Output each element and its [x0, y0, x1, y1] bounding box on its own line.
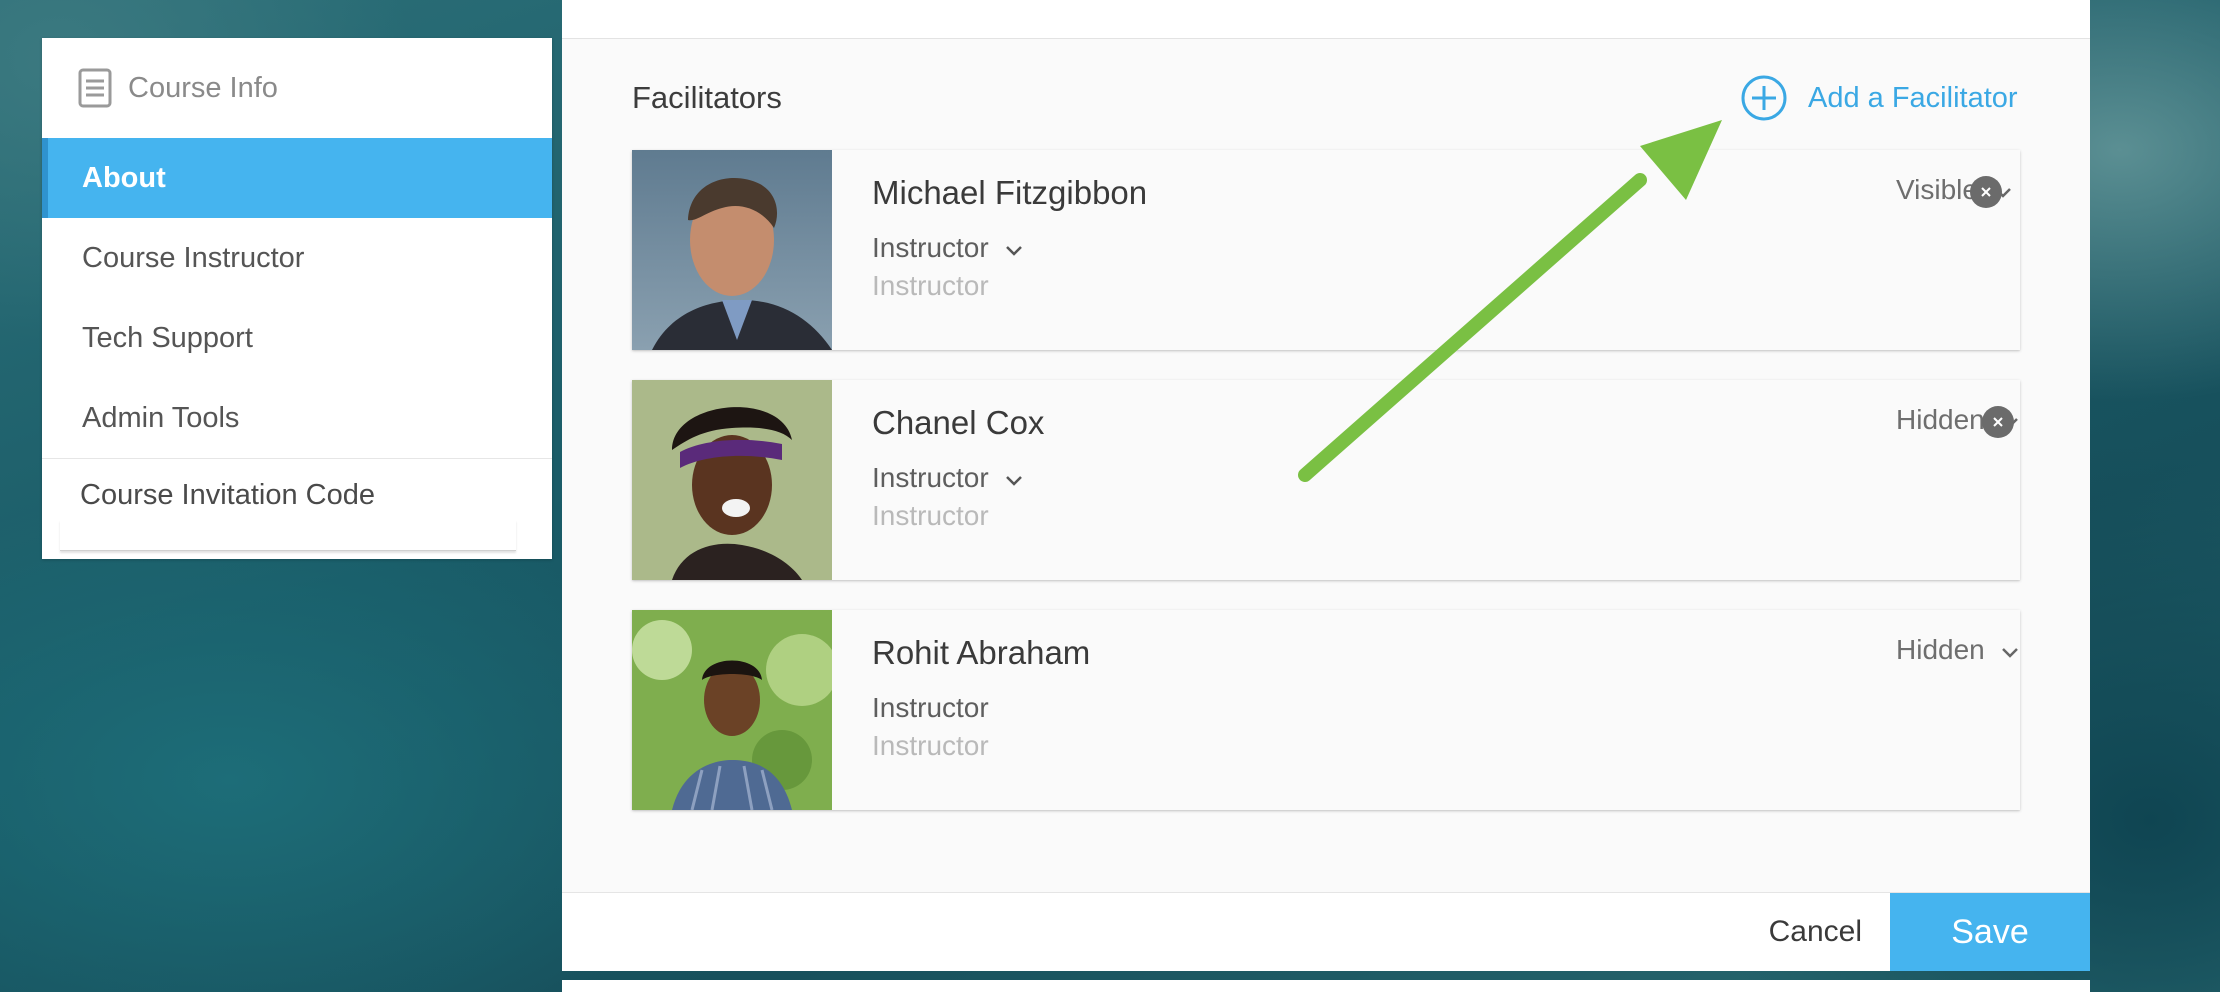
sidebar-item-course-instructor[interactable]: Course Instructor [42, 218, 552, 298]
facilitator-photo [632, 610, 832, 810]
panel-top-bar [562, 0, 2090, 39]
panel-footer: Cancel Save [562, 892, 2090, 971]
cancel-button[interactable]: Cancel [1769, 893, 1862, 971]
sidebar-title: Course Info [128, 71, 278, 104]
chevron-down-icon [1005, 462, 1023, 494]
sidebar-item-about[interactable]: About [42, 138, 552, 218]
save-button[interactable]: Save [1890, 893, 2090, 971]
remove-facilitator-button[interactable] [1982, 406, 2014, 438]
facilitator-card: Rohit Abraham Instructor Instructor Hidd… [632, 610, 2020, 810]
facilitator-name: Chanel Cox [872, 404, 1045, 441]
add-facilitator-label: Add a Facilitator [1808, 81, 2018, 114]
plus-circle-icon [1740, 74, 1788, 122]
sidebar-item-admin-tools[interactable]: Admin Tools [42, 378, 552, 458]
add-facilitator-button[interactable]: Add a Facilitator [1740, 74, 2018, 122]
facilitator-card: Michael Fitzgibbon Instructor Instructor… [632, 150, 2020, 350]
sidebar-item-tech-support[interactable]: Tech Support [42, 298, 552, 378]
course-info-sidebar: Course Info About Course Instructor Tech… [42, 38, 552, 559]
role-value: Instructor [872, 462, 989, 493]
visibility-dropdown[interactable]: Hidden [1896, 634, 2019, 666]
remove-facilitator-button[interactable] [1970, 176, 2002, 208]
chevron-down-icon [2001, 634, 2019, 666]
facilitator-subrole: Instructor [872, 500, 989, 531]
panel-bottom-strip [562, 980, 2090, 992]
role-value: Instructor [872, 692, 989, 723]
chevron-down-icon [1005, 232, 1023, 264]
facilitators-panel: Facilitators Add a Facilitator Michael F… [562, 0, 2090, 971]
document-icon [78, 68, 112, 108]
facilitator-card: Chanel Cox Instructor Instructor Hidden [632, 380, 2020, 580]
visibility-value: Visible [1896, 174, 1978, 205]
facilitator-subrole: Instructor [872, 270, 989, 301]
facilitator-subrole: Instructor [872, 730, 989, 761]
role-dropdown[interactable]: Instructor [872, 232, 1023, 264]
role-value: Instructor [872, 232, 989, 263]
facilitator-photo [632, 380, 832, 580]
invitation-code-field[interactable] [60, 520, 516, 551]
facilitator-photo [632, 150, 832, 350]
visibility-value: Hidden [1896, 634, 1985, 665]
sidebar-header: Course Info [42, 38, 552, 138]
close-icon [1993, 417, 2003, 427]
visibility-value: Hidden [1896, 404, 1985, 435]
close-icon [1981, 187, 1991, 197]
role-dropdown[interactable]: Instructor [872, 462, 1023, 494]
facilitator-name: Rohit Abraham [872, 634, 1091, 671]
section-title: Facilitators [632, 80, 782, 115]
facilitator-name: Michael Fitzgibbon [872, 174, 1148, 211]
